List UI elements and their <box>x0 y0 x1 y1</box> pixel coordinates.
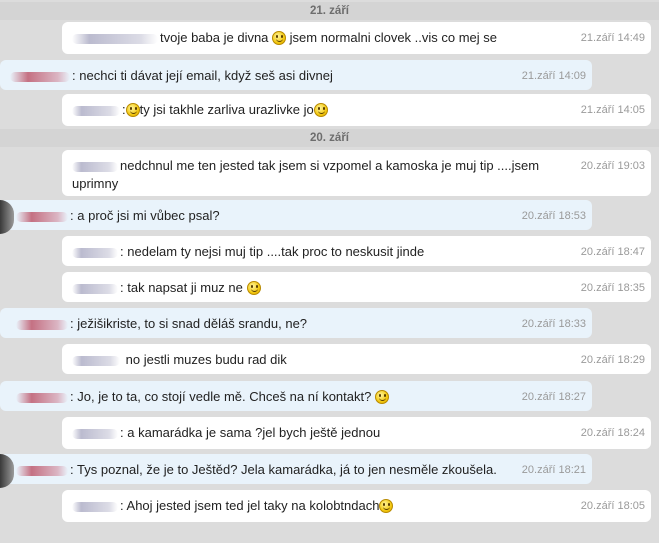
sender-name-blurred <box>72 33 158 44</box>
message-timestamp: 21.září 14:49 <box>580 32 645 44</box>
chat-message[interactable]: : a proč jsi mi vůbec psal? 20.září 18:5… <box>0 200 592 234</box>
chat-message[interactable]: : ty jsi takhle zarliva urazlivke jo 21.z… <box>62 94 651 126</box>
message-text-cont: jsem normalni clovek ..vis co mej se <box>289 30 498 45</box>
chat-message[interactable]: : Jo, je to ta, co stojí vedle mě. Chceš… <box>0 381 592 411</box>
sender-name-blurred <box>72 105 120 116</box>
message-prefix: : <box>70 462 74 477</box>
message-prefix: : <box>70 316 74 331</box>
message-prefix: : <box>72 68 76 83</box>
smiley-icon <box>313 103 328 117</box>
message-text: Ahoj jested jsem ted jel taky na kolobtn… <box>126 498 380 513</box>
smiley-icon <box>125 103 140 117</box>
chat-message[interactable]: tvoje baba je divna jsem normalni clovek… <box>62 22 651 54</box>
message-text: Jo, je to ta, co stojí vedle mě. Chceš n… <box>77 389 372 404</box>
sender-name-blurred <box>16 319 68 330</box>
message-text: tvoje baba je divna <box>160 30 269 45</box>
sender-name-blurred <box>72 247 118 258</box>
message-prefix: : <box>70 208 74 223</box>
sender-name-blurred <box>16 211 68 222</box>
sender-name-blurred <box>72 161 118 172</box>
sender-name-blurred <box>72 355 120 366</box>
sender-name-blurred <box>10 71 70 82</box>
chat-message[interactable]: : Ahoj jested jsem ted jel taky na kolob… <box>62 490 651 522</box>
message-text: nechci ti dávat její email, když seš asi… <box>79 68 333 83</box>
message-timestamp: 21.září 14:09 <box>521 70 586 82</box>
chat-message[interactable]: : nechci ti dávat její email, když seš a… <box>0 60 592 90</box>
message-prefix: : <box>120 425 124 440</box>
sender-name-blurred <box>72 501 118 512</box>
message-timestamp: 21.září 14:05 <box>580 104 645 116</box>
chat-message[interactable]: : ježišikriste, to si snad děláš srandu,… <box>0 308 592 338</box>
chat-message[interactable]: : tak napsat ji muz ne 20.září 18:35 <box>62 272 651 302</box>
avatar <box>0 200 14 234</box>
smiley-icon <box>272 31 287 45</box>
message-timestamp: 20.září 18:53 <box>521 210 586 222</box>
message-text: nedelam ty nejsi muj tip ....tak proc to… <box>127 244 425 259</box>
smiley-icon <box>379 499 394 513</box>
chat-message[interactable]: : Tys poznal, že je to Ještěd? Jela kama… <box>0 454 592 488</box>
chat-message[interactable]: : nedelam ty nejsi muj tip ....tak proc … <box>62 236 651 266</box>
sender-name-blurred <box>72 283 118 294</box>
message-text: no jestli muzes budu rad dik <box>125 352 287 367</box>
message-text: a kamarádka je sama ?jel bych ještě jedn… <box>127 425 381 440</box>
message-timestamp: 20.září 18:21 <box>521 464 586 476</box>
message-timestamp: 20.září 18:33 <box>521 318 586 330</box>
chat-message[interactable]: nedchnul me ten jested tak jsem si vzpom… <box>62 150 651 196</box>
chat-message[interactable]: : a kamarádka je sama ?jel bych ještě je… <box>62 417 651 449</box>
message-timestamp: 20.září 18:27 <box>521 391 586 403</box>
message-text-cont: uprimny <box>72 176 119 191</box>
message-timestamp: 20.září 18:29 <box>580 354 645 366</box>
message-timestamp: 20.září 19:03 <box>580 160 645 172</box>
sender-name-blurred <box>72 428 118 439</box>
message-prefix: : <box>120 244 124 259</box>
message-prefix: : <box>70 389 74 404</box>
message-prefix: : <box>120 498 124 513</box>
sender-name-blurred <box>16 465 68 476</box>
message-timestamp: 20.září 18:05 <box>580 500 645 512</box>
message-text: tak napsat ji muz ne <box>127 280 243 295</box>
message-timestamp: 20.září 18:47 <box>580 246 645 258</box>
date-separator: 21. září <box>0 2 659 20</box>
date-separator: 20. září <box>0 129 659 147</box>
message-timestamp: 20.září 18:24 <box>580 427 645 439</box>
sender-name-blurred <box>16 392 68 403</box>
smiley-icon <box>246 281 261 295</box>
message-timestamp: 20.září 18:35 <box>580 282 645 294</box>
message-text: ježišikriste, to si snad děláš srandu, n… <box>77 316 308 331</box>
message-prefix: : <box>120 280 124 295</box>
message-text: Tys poznal, že je to Ještěd? Jela kamará… <box>77 462 497 477</box>
grin-smiley-icon <box>374 390 389 404</box>
avatar <box>0 454 14 488</box>
chat-message[interactable]: no jestli muzes budu rad dik 20.září 18:… <box>62 344 651 374</box>
message-text: a proč jsi mi vůbec psal? <box>77 208 220 223</box>
message-text: nedchnul me ten jested tak jsem si vzpom… <box>120 158 540 173</box>
message-text: ty jsi takhle zarliva urazlivke jo <box>139 102 314 117</box>
